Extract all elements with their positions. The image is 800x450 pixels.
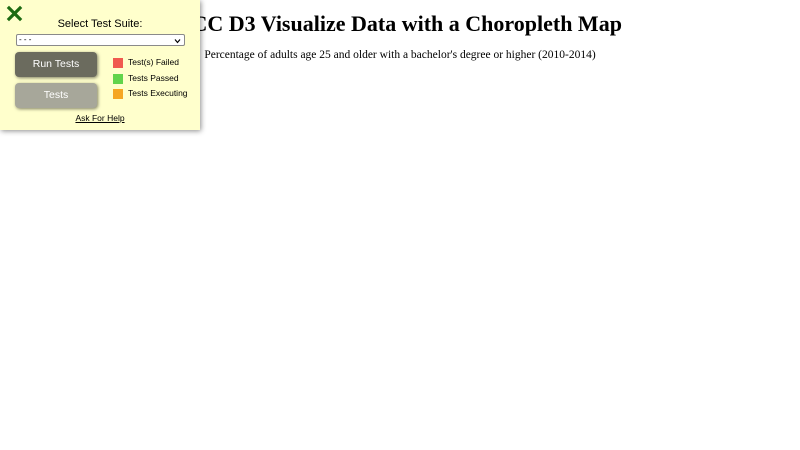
test-suite-select[interactable]: - - - (16, 34, 185, 46)
legend-label: Test(s) Failed (128, 57, 180, 67)
failed-swatch-icon (113, 58, 123, 68)
ask-for-help-link[interactable]: Ask For Help (0, 113, 200, 123)
executing-swatch-icon (113, 89, 123, 99)
legend-label: Tests Passed (128, 73, 179, 83)
run-tests-button[interactable]: Run Tests (15, 52, 97, 77)
legend-label: Tests Executing (128, 88, 188, 98)
test-suite-select-value: - - - (19, 35, 32, 44)
select-test-suite-label: Select Test Suite: (57, 18, 143, 30)
passed-swatch-icon (113, 74, 123, 84)
test-suite-panel: Select Test Suite: - - - Run Tests Tests… (0, 0, 200, 130)
tests-button[interactable]: Tests (15, 83, 97, 108)
chevron-down-icon (174, 37, 181, 47)
